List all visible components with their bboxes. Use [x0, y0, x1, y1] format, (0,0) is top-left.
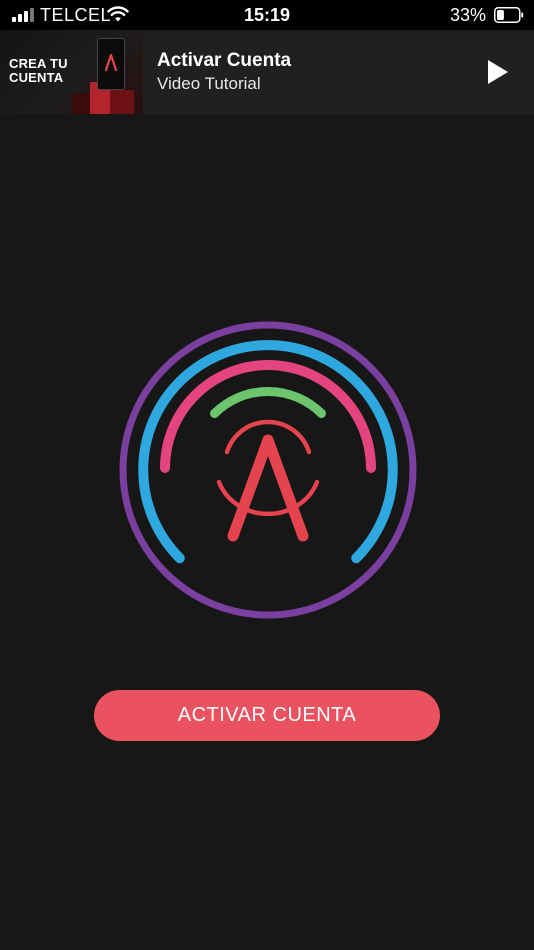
tutorial-banner[interactable]: CREA TU CUENTA Activar Cuenta Video Tuto… — [0, 30, 534, 114]
play-icon[interactable] — [482, 57, 512, 87]
activate-account-button[interactable]: ACTIVAR CUENTA — [94, 690, 440, 741]
logo-emblem-arc-bottom — [216, 479, 320, 517]
status-bar: TELCEL 15:19 33% — [0, 0, 534, 30]
app-logo — [119, 321, 417, 619]
video-thumbnail[interactable]: CREA TU CUENTA — [0, 30, 143, 114]
logo-letter-a — [227, 434, 309, 542]
battery-percent: 33% — [449, 5, 486, 25]
thumbnail-text: CREA TU CUENTA — [9, 56, 68, 85]
battery-icon — [494, 7, 524, 23]
thumbnail-phone — [97, 38, 125, 90]
logo-green-arc — [210, 387, 326, 418]
banner-title: Activar Cuenta — [157, 50, 292, 71]
banner-subtitle: Video Tutorial — [157, 74, 261, 93]
thumbnail-logo-icon — [104, 53, 118, 71]
